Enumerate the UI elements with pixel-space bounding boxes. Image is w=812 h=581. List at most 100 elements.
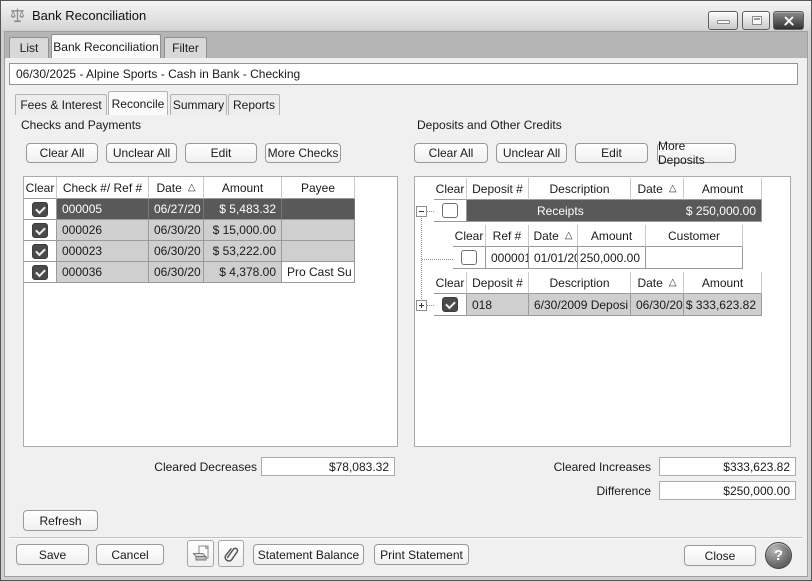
- tree-line: [427, 211, 434, 212]
- more-checks-button[interactable]: More Checks: [265, 143, 341, 163]
- deposits-header-deposit: Deposit #: [467, 272, 529, 294]
- sub-row-customer-cell[interactable]: [646, 247, 743, 269]
- checkbox-unchecked[interactable]: [442, 203, 458, 218]
- checks-panel-title: Checks and Payments: [21, 118, 141, 132]
- checks-header-date[interactable]: Date△: [149, 177, 204, 199]
- tab-list[interactable]: List: [9, 37, 49, 58]
- check-row-ref-cell[interactable]: 000036: [57, 262, 149, 283]
- titlebar: Bank Reconciliation: [1, 1, 811, 30]
- deposits-header-amount: Amount: [684, 272, 762, 294]
- sub-row-amount-cell[interactable]: $ 250,000.00: [578, 247, 646, 269]
- checkbox-checked[interactable]: [442, 297, 458, 312]
- deposits-table: Clear Deposit # Description Date△ Amount…: [434, 178, 762, 222]
- deposits-header-amount: Amount: [684, 178, 762, 200]
- deposits-header-date[interactable]: Date△: [631, 272, 684, 294]
- cancel-button[interactable]: Cancel: [96, 544, 164, 565]
- sub-row-date-cell[interactable]: 01/01/20: [529, 247, 578, 269]
- check-row-clear-cell: [24, 262, 57, 283]
- deposits-unclear-all-button[interactable]: Unclear All: [496, 143, 567, 163]
- maximize-button[interactable]: [742, 11, 770, 30]
- deposits-header-description: Description: [529, 178, 631, 200]
- statement-balance-button[interactable]: Statement Balance: [253, 544, 364, 565]
- sub-header-ref: Ref #: [486, 225, 529, 247]
- bank-reconciliation-window: Bank Reconciliation List Bank Reconcilia…: [0, 0, 812, 581]
- sort-asc-icon: △: [669, 183, 677, 194]
- check-row-amount-cell[interactable]: $ 5,483.32: [204, 199, 282, 220]
- deposits-clear-all-button[interactable]: Clear All: [414, 143, 488, 163]
- check-row-clear-cell: [24, 220, 57, 241]
- attachment-button[interactable]: [218, 540, 244, 567]
- cleared-increases-value: $333,623.82: [659, 457, 796, 476]
- tab-filter[interactable]: Filter: [164, 37, 207, 58]
- checkbox-checked[interactable]: [32, 223, 48, 238]
- deposits-edit-button[interactable]: Edit: [575, 143, 648, 163]
- tab-fees-interest[interactable]: Fees & Interest: [15, 94, 107, 115]
- check-row-amount-cell[interactable]: $ 53,222.00: [204, 241, 282, 262]
- checks-header-payee: Payee: [282, 177, 355, 199]
- deposit-group-row[interactable]: Receipts $ 250,000.00: [467, 200, 762, 222]
- check-row-ref-cell[interactable]: 000005: [57, 199, 149, 220]
- check-row-ref-cell[interactable]: 000023: [57, 241, 149, 262]
- check-row-payee-cell[interactable]: Pro Cast Su: [282, 262, 355, 283]
- checkbox-checked[interactable]: [32, 202, 48, 217]
- checks-edit-button[interactable]: Edit: [185, 143, 257, 163]
- sub-header-amount: Amount: [578, 225, 646, 247]
- deposits-table-2: Clear Deposit # Description Date△ Amount…: [434, 272, 762, 316]
- more-deposits-button[interactable]: More Deposits: [657, 143, 736, 163]
- deposits-header-deposit: Deposit #: [467, 178, 529, 200]
- maximize-icon: [752, 16, 762, 25]
- print-statement-button[interactable]: Print Statement: [374, 544, 469, 565]
- check-row-payee-cell[interactable]: [282, 241, 355, 262]
- check-row-date-cell[interactable]: 06/30/20: [149, 262, 204, 283]
- tab-summary[interactable]: Summary: [170, 94, 227, 115]
- cleared-increases-label: Cleared Increases: [511, 460, 651, 474]
- help-button[interactable]: ?: [765, 542, 792, 569]
- save-button[interactable]: Save: [16, 544, 89, 565]
- checkbox-checked[interactable]: [32, 265, 48, 280]
- check-row-date-cell[interactable]: 06/27/20: [149, 199, 204, 220]
- deposits-header-clear: Clear: [434, 178, 467, 200]
- window-title: Bank Reconciliation: [32, 8, 146, 23]
- check-row-ref-cell[interactable]: 000026: [57, 220, 149, 241]
- minimize-button[interactable]: [708, 11, 738, 30]
- check-row-date-cell[interactable]: 06/30/20: [149, 220, 204, 241]
- check-row-amount-cell[interactable]: $ 15,000.00: [204, 220, 282, 241]
- deposit-row-number-cell[interactable]: 018: [467, 294, 529, 316]
- cleared-decreases-label: Cleared Decreases: [121, 460, 257, 474]
- checks-unclear-all-button[interactable]: Unclear All: [106, 143, 177, 163]
- check-row-payee-cell[interactable]: [282, 220, 355, 241]
- close-window-button[interactable]: [773, 11, 804, 30]
- print-button[interactable]: [187, 540, 214, 567]
- close-button[interactable]: Close: [684, 545, 756, 566]
- sub-header-date[interactable]: Date△: [529, 225, 578, 247]
- sub-header-customer: Customer: [646, 225, 743, 247]
- account-field[interactable]: [9, 63, 798, 85]
- check-row-date-cell[interactable]: 06/30/20: [149, 241, 204, 262]
- checkbox-checked[interactable]: [32, 244, 48, 259]
- checkbox-unchecked[interactable]: [461, 250, 477, 265]
- sub-header-clear: Clear: [453, 225, 486, 247]
- deposit-row-date-cell[interactable]: 06/30/20: [631, 294, 684, 316]
- check-row-clear-cell: [24, 199, 57, 220]
- checks-clear-all-button[interactable]: Clear All: [26, 143, 98, 163]
- group-description: Receipts: [537, 204, 584, 218]
- check-row-payee-cell[interactable]: [282, 199, 355, 220]
- deposit-row-amount-cell[interactable]: $ 333,623.82: [684, 294, 762, 316]
- deposits-header-date[interactable]: Date△: [631, 178, 684, 200]
- printer-icon: [191, 544, 210, 563]
- check-row-amount-cell[interactable]: $ 4,378.00: [204, 262, 282, 283]
- collapse-expander-icon[interactable]: [416, 206, 427, 217]
- question-mark-icon: ?: [774, 547, 783, 564]
- checks-table-container: Clear Check #/ Ref # Date△ Amount Payee …: [23, 176, 398, 447]
- footer-divider: [9, 537, 802, 539]
- sub-row-ref-cell[interactable]: 000001: [486, 247, 529, 269]
- deposits-panel-title: Deposits and Other Credits: [417, 118, 562, 132]
- expand-expander-icon[interactable]: [416, 300, 427, 311]
- tab-reconcile[interactable]: Reconcile: [108, 91, 168, 115]
- refresh-button[interactable]: Refresh: [23, 510, 98, 531]
- tab-bank-reconciliation[interactable]: Bank Reconciliation: [51, 34, 161, 58]
- deposit-row-description-cell[interactable]: 6/30/2009 Deposi: [529, 294, 631, 316]
- group-amount: $ 250,000.00: [686, 204, 756, 218]
- tab-reports[interactable]: Reports: [228, 94, 280, 115]
- tree-line: [427, 305, 434, 306]
